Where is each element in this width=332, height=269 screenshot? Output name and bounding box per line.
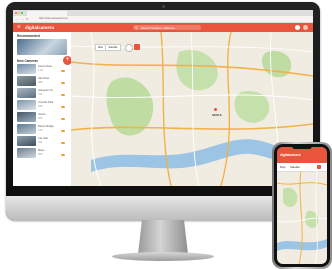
search-icon: ⚲ (135, 25, 138, 30)
sidebar: Recommended New Cameras Seoul Tower 1.2k… (13, 32, 72, 186)
notification-icon[interactable] (295, 25, 300, 30)
city-label: SEOUL (212, 113, 223, 117)
camera-marker[interactable] (214, 108, 217, 111)
phone-brand[interactable]: digitalcamera (280, 153, 301, 157)
camera-thumbnail (17, 100, 36, 110)
avatar[interactable] (303, 25, 308, 30)
url-text[interactable]: https://www.cameraurl.com (39, 17, 68, 20)
camera-thumbnail (17, 76, 36, 86)
phone-map-canvas[interactable] (277, 171, 327, 264)
tab-satellite[interactable]: Satellite (105, 44, 121, 51)
camera-name: Seoul Tower (38, 65, 53, 68)
park-area (261, 50, 292, 78)
camera-views: 760 (38, 93, 43, 96)
status-badge (61, 70, 65, 72)
menu-icon[interactable]: ☰ (17, 25, 21, 29)
camera-views: 980 (38, 81, 43, 84)
new-cameras-heading: New Cameras (17, 59, 38, 63)
status-badge (61, 130, 65, 132)
desktop-screen: ← → ↻ https://www.cameraurl.com ☰ digita… (13, 10, 313, 186)
featured-camera-thumbnail[interactable] (17, 39, 67, 55)
camera-thumbnail (17, 124, 36, 134)
highway (298, 171, 303, 264)
status-badge (61, 118, 65, 120)
search-placeholder: Search location, address... (141, 25, 177, 30)
camera-thumbnail (17, 148, 36, 158)
monitor-stand-foot (112, 252, 214, 261)
camera-thumbnail (17, 112, 36, 122)
camera-thumbnail (17, 136, 36, 146)
camera-views: 300 (38, 153, 43, 156)
status-badge (61, 106, 65, 108)
status-badge (61, 82, 65, 84)
camera-views: 390 (38, 141, 43, 144)
highway (220, 32, 232, 186)
app-header: ☰ digitalcamera ⚲ Search location, addre… (13, 23, 313, 32)
reload-icon[interactable]: ↻ (26, 17, 29, 21)
forward-arrow-icon[interactable]: → (21, 17, 24, 21)
phone-tab-satellite[interactable]: Satellite (290, 165, 300, 169)
camera-views: 410 (38, 129, 43, 132)
status-badge (61, 142, 65, 144)
camera-views: 1.2k (38, 69, 43, 72)
camera-name: Gangnam St (38, 89, 53, 92)
camera-views: 520 (38, 117, 43, 120)
phone-filter-icon[interactable] (317, 165, 321, 169)
camera-name: Banpo Bridge (38, 125, 54, 128)
status-badge (61, 154, 65, 156)
camera-name: Yeouido Park (38, 101, 54, 104)
app-brand[interactable]: digitalcamera (25, 25, 54, 30)
phone-app-header: digitalcamera (277, 147, 327, 163)
minimize-dot-icon[interactable] (18, 12, 20, 14)
close-dot-icon[interactable] (15, 12, 17, 14)
status-badge (61, 94, 65, 96)
camera-thumbnail (17, 64, 36, 74)
layers-icon[interactable] (125, 44, 133, 52)
camera-name: Jamsil (38, 113, 46, 116)
phone-notch (292, 146, 312, 149)
browser-url-bar[interactable]: ← → ↻ https://www.cameraurl.com (13, 16, 313, 23)
camera-name: Han River (38, 77, 50, 80)
webcam-dot (162, 5, 165, 8)
maximize-dot-icon[interactable] (21, 12, 23, 14)
camera-views: 640 (38, 105, 43, 108)
phone-tab-map[interactable]: Map (280, 165, 285, 169)
park-area (176, 49, 218, 91)
monitor-stand-neck (138, 220, 188, 254)
search-input[interactable]: ⚲ Search location, address... (133, 25, 201, 30)
phone-screen: digitalcamera Map Satellite (277, 147, 327, 264)
plus-icon: + (65, 56, 70, 63)
camera-thumbnail (17, 88, 36, 98)
recommended-heading: Recommended (17, 34, 40, 38)
back-arrow-icon[interactable]: ← (16, 17, 19, 21)
camera-name: Mapo (38, 149, 45, 152)
camera-filter-icon[interactable] (134, 44, 140, 50)
park-area (283, 187, 298, 207)
camera-name: City Hall (38, 137, 48, 140)
highway (277, 182, 327, 186)
